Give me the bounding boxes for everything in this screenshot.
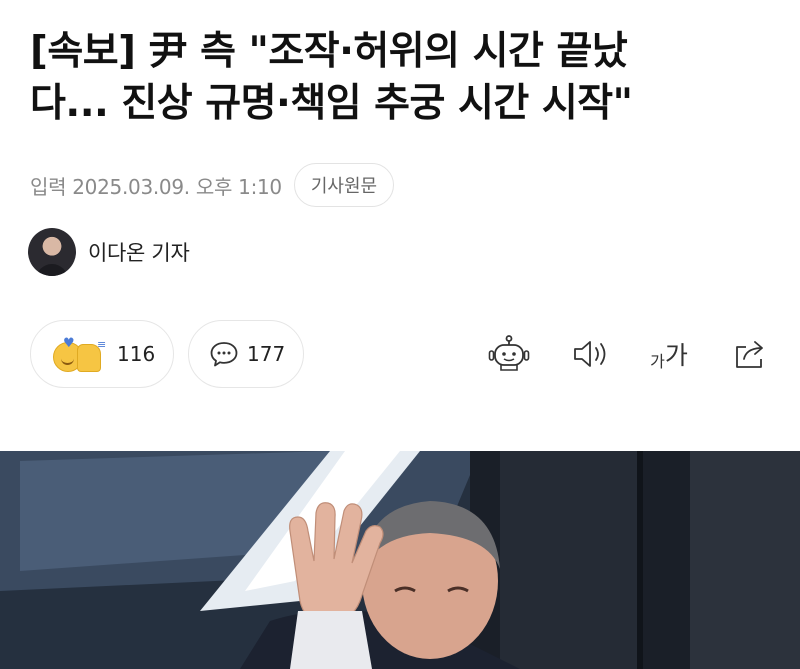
article-page: [속보] 尹 측 "조작·허위의 시간 끝났 다... 진상 규명·책임 추궁 …: [0, 0, 800, 669]
font-small-glyph: 가: [650, 352, 665, 371]
font-large-glyph: 가: [664, 341, 688, 370]
avatar[interactable]: [28, 228, 76, 276]
headline-line-1: [속보] 尹 측 "조작·허위의 시간 끝났: [30, 29, 628, 74]
speech-bubble-icon: [209, 339, 239, 369]
original-article-button[interactable]: 기사원문: [293, 163, 395, 207]
robot-icon: [488, 335, 530, 371]
photo-image: [0, 451, 800, 669]
comment-count: 177: [247, 342, 286, 366]
article-toolbar: ♥ ≡ 116 177 가 가: [30, 320, 775, 388]
reaction-button[interactable]: ♥ ≡ 116: [30, 320, 174, 388]
font-size-button[interactable]: 가 가: [644, 332, 694, 376]
article-headline: [속보] 尹 측 "조작·허위의 시간 끝났 다... 진상 규명·책임 추궁 …: [30, 26, 770, 130]
summary-bot-button[interactable]: [485, 332, 533, 376]
reaction-count: 116: [117, 342, 156, 366]
share-icon: [736, 341, 763, 368]
emoji-reaction-icon: ♥ ≡: [51, 336, 107, 372]
author-info[interactable]: 이다온 기자: [28, 227, 190, 277]
article-meta: 입력 2025.03.09. 오후 1:10 기사원문: [30, 162, 395, 208]
share-button[interactable]: [727, 332, 775, 376]
speaker-icon: [574, 341, 606, 367]
comment-button[interactable]: 177: [188, 320, 304, 388]
listen-button[interactable]: [567, 332, 615, 376]
author-name[interactable]: 이다온 기자: [88, 237, 190, 267]
article-photo[interactable]: [0, 451, 800, 669]
published-date: 입력 2025.03.09. 오후 1:10: [30, 174, 282, 199]
font-size-icon: 가 가: [650, 336, 688, 372]
headline-line-2: 다... 진상 규명·책임 추궁 시간 시작": [30, 81, 633, 126]
